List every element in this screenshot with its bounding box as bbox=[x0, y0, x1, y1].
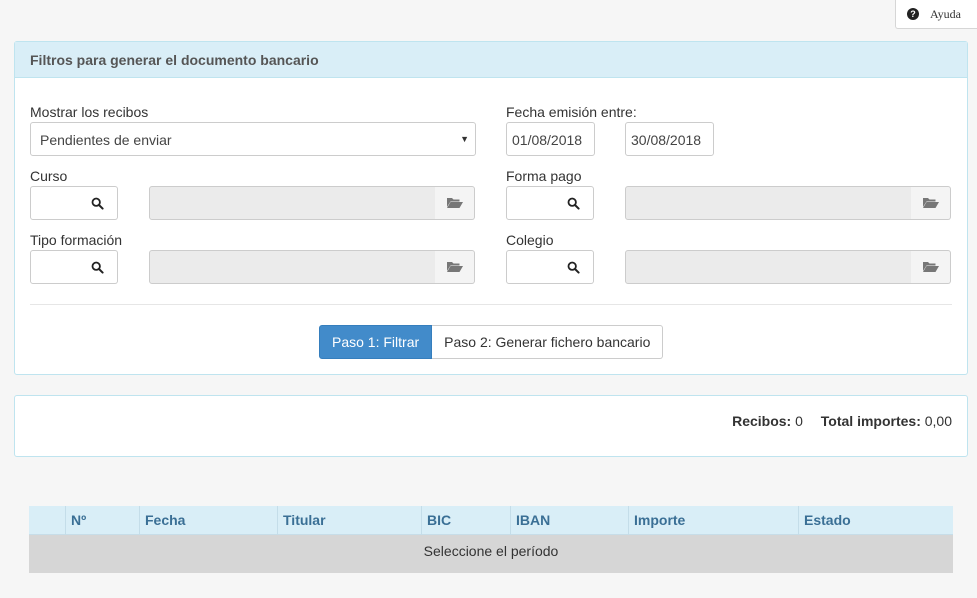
tipo-formacion-code-input[interactable] bbox=[30, 250, 79, 284]
mostrar-recibos-selected: Pendientes de enviar bbox=[40, 132, 172, 148]
search-icon bbox=[91, 197, 104, 210]
search-icon bbox=[567, 197, 580, 210]
total-importes-label: Total importes: bbox=[820, 413, 921, 429]
mostrar-recibos-label: Mostrar los recibos bbox=[30, 104, 149, 120]
step1-filter-button[interactable]: Paso 1: Filtrar bbox=[319, 325, 433, 359]
receipts-table: Nº Fecha Titular BIC IBAN Importe Estado… bbox=[29, 506, 953, 573]
tipo-formacion-description-input bbox=[149, 250, 436, 284]
column-header-numero[interactable]: Nº bbox=[66, 506, 140, 535]
folder-open-icon bbox=[446, 198, 463, 208]
total-importes-value: 0,00 bbox=[924, 413, 952, 429]
curso-browse-button[interactable] bbox=[435, 186, 475, 220]
curso-search-button[interactable] bbox=[78, 186, 118, 220]
column-header-fecha[interactable]: Fecha bbox=[140, 506, 278, 535]
folder-open-icon bbox=[446, 262, 463, 272]
colegio-browse-button[interactable] bbox=[911, 250, 951, 284]
curso-label: Curso bbox=[30, 168, 68, 184]
recibos-count: 0 bbox=[795, 413, 803, 429]
curso-code-input[interactable] bbox=[30, 186, 79, 220]
colegio-search-button[interactable] bbox=[554, 250, 594, 284]
filters-panel-title: Filtros para generar el documento bancar… bbox=[15, 42, 967, 78]
help-label: Ayuda bbox=[930, 6, 961, 21]
caret-down-icon: ▼ bbox=[460, 134, 469, 144]
fecha-emision-label: Fecha emisión entre: bbox=[506, 104, 637, 120]
column-header-estado[interactable]: Estado bbox=[799, 506, 953, 535]
curso-description-input bbox=[149, 186, 436, 220]
step2-generate-file-button[interactable]: Paso 2: Generar fichero bancario bbox=[432, 325, 664, 359]
mostrar-recibos-select[interactable]: Pendientes de enviar ▼ bbox=[30, 122, 476, 156]
forma-pago-browse-button[interactable] bbox=[911, 186, 951, 220]
column-header-bic[interactable]: BIC bbox=[422, 506, 511, 535]
folder-open-icon bbox=[922, 262, 939, 272]
colegio-code-input[interactable] bbox=[506, 250, 555, 284]
search-icon bbox=[91, 261, 104, 274]
table-header: Nº Fecha Titular BIC IBAN Importe Estado bbox=[29, 506, 953, 535]
column-header-select[interactable] bbox=[29, 506, 66, 535]
forma-pago-label: Forma pago bbox=[506, 168, 582, 184]
tipo-formacion-browse-button[interactable] bbox=[435, 250, 475, 284]
tipo-formacion-label: Tipo formación bbox=[30, 232, 123, 248]
fecha-hasta-input[interactable]: 30/08/2018 bbox=[625, 122, 714, 156]
help-button[interactable]: ? Ayuda bbox=[895, 0, 977, 29]
column-header-importe[interactable]: Importe bbox=[629, 506, 799, 535]
summary-panel: Recibos: 0 Total importes: 0,00 bbox=[14, 395, 968, 457]
folder-open-icon bbox=[922, 198, 939, 208]
divider bbox=[30, 304, 952, 305]
fecha-desde-input[interactable]: 01/08/2018 bbox=[506, 122, 595, 156]
colegio-description-input bbox=[625, 250, 912, 284]
recibos-label: Recibos: bbox=[732, 413, 792, 429]
summary-totals: Recibos: 0 Total importes: 0,00 bbox=[732, 413, 952, 429]
column-header-iban[interactable]: IBAN bbox=[511, 506, 629, 535]
colegio-label: Colegio bbox=[506, 232, 554, 248]
search-icon bbox=[567, 261, 580, 274]
forma-pago-description-input bbox=[625, 186, 912, 220]
filters-panel: Filtros para generar el documento bancar… bbox=[14, 41, 968, 375]
forma-pago-code-input[interactable] bbox=[506, 186, 555, 220]
column-header-titular[interactable]: Titular bbox=[278, 506, 422, 535]
forma-pago-search-button[interactable] bbox=[554, 186, 594, 220]
step-button-group: Paso 1: Filtrar Paso 2: Generar fichero … bbox=[319, 325, 664, 359]
tipo-formacion-search-button[interactable] bbox=[78, 250, 118, 284]
question-circle-icon: ? bbox=[907, 8, 919, 20]
table-empty-message: Seleccione el período bbox=[29, 535, 953, 573]
